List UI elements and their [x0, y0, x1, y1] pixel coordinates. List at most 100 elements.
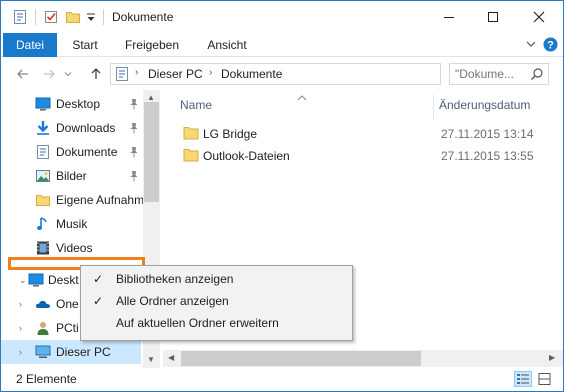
- help-icon[interactable]: ?: [543, 37, 558, 55]
- breadcrumb-this-pc[interactable]: Dieser PC: [148, 67, 203, 81]
- recent-locations-button[interactable]: [62, 64, 74, 84]
- arrow-right-icon: [44, 69, 55, 79]
- scrollbar-thumb[interactable]: [144, 102, 159, 202]
- column-divider[interactable]: [433, 95, 434, 119]
- navigation-row: › Dieser PC › Dokumente: [1, 58, 563, 90]
- back-button[interactable]: [13, 64, 33, 84]
- chevron-down-icon[interactable]: [524, 37, 538, 54]
- sort-ascending-icon: [297, 90, 307, 104]
- desktop-icon: [35, 96, 51, 112]
- checkmark-icon: ✓: [93, 294, 104, 308]
- menu-item-label: Auf aktuellen Ordner erweitern: [116, 316, 279, 330]
- content-horizontal-scrollbar[interactable]: ◀ ▶: [163, 350, 563, 367]
- scroll-down-icon[interactable]: ▼: [147, 355, 155, 364]
- new-folder-icon[interactable]: [65, 9, 81, 25]
- nav-item-label: PCti: [56, 321, 79, 335]
- minimize-button[interactable]: [426, 1, 472, 33]
- music-icon: [35, 216, 51, 232]
- documents-icon: [35, 144, 51, 160]
- tab-start[interactable]: Start: [63, 33, 107, 57]
- menu-item-show-libraries[interactable]: ✓ Bibliotheken anzeigen: [83, 268, 351, 290]
- large-icons-view-icon: [538, 373, 551, 385]
- breadcrumb-chevron-icon[interactable]: ›: [135, 67, 138, 78]
- videos-icon: [35, 240, 51, 256]
- pictures-icon: [35, 168, 51, 184]
- title-bar: Dokumente: [1, 1, 563, 33]
- scroll-right-icon[interactable]: ▶: [549, 353, 555, 362]
- svg-text:?: ?: [547, 40, 554, 52]
- checkmark-icon: ✓: [93, 272, 104, 286]
- nav-item-own-recordings[interactable]: Eigene Aufnahm: [1, 188, 145, 212]
- forward-button[interactable]: [39, 64, 59, 84]
- arrow-left-icon: [17, 69, 28, 79]
- toolbar-separator: [35, 9, 36, 25]
- onedrive-icon: [35, 296, 51, 312]
- nav-pane-context-menu: ✓ Bibliotheken anzeigen ✓ Alle Ordner an…: [80, 265, 353, 341]
- scroll-up-icon[interactable]: ▲: [147, 93, 155, 102]
- collapsed-chevron-icon[interactable]: ›: [19, 323, 22, 333]
- nav-item-label: Eigene Aufnahm: [56, 193, 145, 207]
- user-icon: [35, 320, 51, 336]
- details-view-icon: [517, 374, 529, 384]
- nav-item-this-pc[interactable]: › Dieser PC: [1, 340, 141, 364]
- folder-icon: [183, 148, 199, 162]
- address-bar[interactable]: › Dieser PC › Dokumente: [110, 63, 545, 85]
- column-header-modified[interactable]: Änderungsdatum: [439, 98, 530, 122]
- search-box[interactable]: [449, 63, 549, 85]
- expanded-chevron-icon[interactable]: ⌄: [19, 275, 27, 286]
- nav-item-label: Musik: [56, 217, 88, 231]
- nav-item-desktop[interactable]: Desktop: [1, 92, 141, 116]
- desktop-icon: [28, 272, 44, 288]
- maximize-button[interactable]: [470, 1, 516, 33]
- menu-item-label: Alle Ordner anzeigen: [116, 294, 229, 308]
- maximize-icon: [488, 12, 498, 22]
- file-row[interactable]: Outlook-Dateien 27.11.2015 13:55: [175, 145, 555, 167]
- breadcrumb-documents[interactable]: Dokumente: [221, 67, 282, 81]
- nav-item-music[interactable]: Musik: [1, 212, 141, 236]
- file-modified: 27.11.2015 13:14: [441, 127, 534, 141]
- nav-item-label: Videos: [56, 241, 93, 255]
- computer-icon: [35, 344, 51, 360]
- collapsed-chevron-icon[interactable]: ›: [19, 299, 22, 309]
- search-input[interactable]: [455, 66, 527, 82]
- scroll-left-icon[interactable]: ◀: [168, 353, 174, 362]
- nav-item-label: Deskt: [48, 273, 79, 287]
- pin-icon[interactable]: [129, 146, 139, 158]
- nav-item-label: Desktop: [56, 97, 101, 111]
- title-separator: [103, 9, 104, 25]
- nav-item-documents[interactable]: Dokumente: [1, 140, 141, 164]
- status-bar: 2 Elemente: [1, 368, 563, 391]
- up-button[interactable]: [86, 64, 106, 84]
- menu-item-expand-to-current-folder[interactable]: Auf aktuellen Ordner erweitern: [83, 312, 351, 334]
- tab-view[interactable]: Ansicht: [197, 33, 257, 57]
- file-row[interactable]: LG Bridge 27.11.2015 13:14: [175, 123, 555, 145]
- downloads-icon: [35, 120, 51, 136]
- ribbon-tabs: Datei Start Freigeben Ansicht ?: [1, 33, 563, 57]
- documents-icon: [115, 66, 129, 85]
- menu-item-show-all-folders[interactable]: ✓ Alle Ordner anzeigen: [83, 290, 351, 312]
- tab-share[interactable]: Freigeben: [117, 33, 187, 57]
- properties-icon[interactable]: [12, 9, 28, 25]
- details-view-button[interactable]: [514, 371, 532, 387]
- nav-item-pictures[interactable]: Bilder: [1, 164, 141, 188]
- pin-icon[interactable]: [129, 122, 139, 134]
- checkmark-icon[interactable]: [43, 9, 59, 25]
- nav-item-label: Dokumente: [56, 145, 118, 159]
- file-modified: 27.11.2015 13:55: [441, 149, 534, 163]
- breadcrumb-chevron-icon[interactable]: ›: [209, 67, 212, 78]
- explorer-window: Dokumente Datei Start Freigeben Ansicht …: [0, 0, 564, 392]
- scrollbar-thumb[interactable]: [181, 351, 421, 366]
- nav-item-label: Dieser PC: [56, 345, 111, 359]
- file-name: Outlook-Dateien: [203, 149, 290, 163]
- customize-dropdown-icon[interactable]: [86, 9, 102, 25]
- column-header-name[interactable]: Name: [180, 98, 212, 122]
- search-icon[interactable]: [530, 67, 544, 81]
- pin-icon[interactable]: [129, 170, 139, 182]
- close-button[interactable]: [516, 1, 562, 33]
- large-icons-view-button[interactable]: [536, 371, 554, 387]
- pin-icon[interactable]: [129, 98, 139, 110]
- collapsed-chevron-icon[interactable]: ›: [19, 347, 22, 357]
- minimize-icon: [444, 17, 454, 18]
- nav-item-downloads[interactable]: Downloads: [1, 116, 141, 140]
- tab-file[interactable]: Datei: [3, 33, 57, 57]
